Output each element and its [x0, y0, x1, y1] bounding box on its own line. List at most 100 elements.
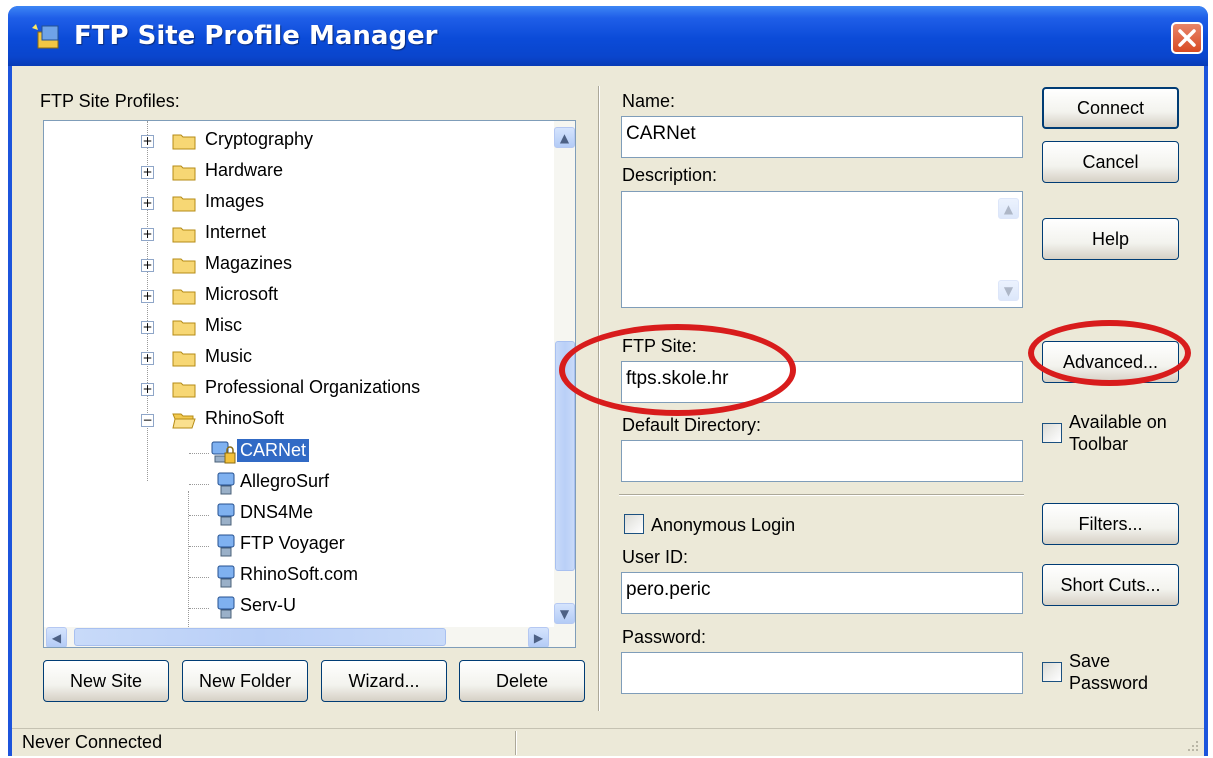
- site-profiles-tree[interactable]: + Cryptography + Hardware + Images + Int…: [43, 120, 576, 648]
- expand-plus-icon[interactable]: +: [141, 197, 154, 210]
- available-on-toolbar-label: Available on: [1069, 412, 1167, 432]
- save-password-checkbox[interactable]: [1042, 662, 1062, 682]
- name-label: Name:: [622, 91, 676, 111]
- scroll-right-icon[interactable]: ▶: [528, 627, 549, 647]
- tree-horizontal-scrollbar[interactable]: ◀ ▶: [44, 627, 554, 647]
- folder-icon: [172, 165, 196, 181]
- tree-item-label: RhinoSoft: [205, 408, 285, 428]
- tree-item-label: Images: [205, 191, 265, 211]
- horizontal-scroll-thumb[interactable]: [74, 628, 446, 646]
- form-separator: [619, 494, 1024, 496]
- tree-item-label: Misc: [205, 315, 242, 335]
- collapse-minus-icon[interactable]: −: [141, 414, 154, 427]
- tree-item-label: AllegroSurf: [240, 471, 330, 491]
- tree-site-item[interactable]: AllegroSurf: [44, 468, 554, 499]
- user-id-field[interactable]: pero.peric: [621, 572, 1023, 614]
- anonymous-login-label: Anonymous Login: [651, 515, 796, 535]
- title-bar[interactable]: FTP Site Profile Manager: [8, 6, 1208, 66]
- anonymous-login-checkbox[interactable]: [624, 514, 644, 534]
- expand-plus-icon[interactable]: +: [141, 135, 154, 148]
- expand-plus-icon[interactable]: +: [141, 352, 154, 365]
- tree-folder-item[interactable]: + Misc: [44, 312, 554, 343]
- site-icon: [217, 472, 235, 495]
- folder-icon: [172, 134, 196, 150]
- wizard-button[interactable]: Wizard...: [321, 660, 447, 702]
- app-icon: [32, 24, 59, 49]
- tree-guide-line: [189, 577, 209, 578]
- folder-icon: [172, 258, 196, 274]
- close-icon: [1178, 29, 1196, 47]
- tree-site-item-selected[interactable]: CARNet: [44, 437, 554, 468]
- tree-guide-line: [189, 608, 209, 609]
- tree-folder-item[interactable]: + Microsoft: [44, 281, 554, 312]
- default-directory-label: Default Directory:: [622, 415, 762, 435]
- expand-plus-icon[interactable]: +: [141, 290, 154, 303]
- tree-item-label: DNS4Me: [240, 502, 314, 522]
- site-icon: [217, 565, 235, 588]
- status-divider: [515, 731, 517, 755]
- tree-site-item[interactable]: FTP Voyager: [44, 530, 554, 561]
- available-on-toolbar-label-2: Toolbar: [1069, 434, 1129, 454]
- dialog-window: FTP Site Profile Manager FTP Site Profil…: [8, 6, 1208, 756]
- user-id-label: User ID:: [622, 547, 689, 567]
- tree-folder-item[interactable]: + Cryptography: [44, 126, 554, 157]
- connect-button[interactable]: Connect: [1042, 87, 1179, 129]
- tree-item-label: Cryptography: [205, 129, 314, 149]
- tree-guide-line: [189, 546, 209, 547]
- tree-item-label: CARNet: [237, 439, 310, 462]
- scroll-down-icon[interactable]: ▼: [554, 603, 575, 624]
- password-field[interactable]: [621, 652, 1023, 694]
- delete-button[interactable]: Delete: [459, 660, 585, 702]
- folder-icon: [172, 382, 196, 398]
- save-password-label: Save: [1069, 651, 1111, 671]
- tree-site-item[interactable]: RhinoSoft.com: [44, 561, 554, 592]
- scroll-left-icon[interactable]: ◀: [46, 627, 67, 647]
- tree-item-label: Internet: [205, 222, 267, 242]
- tree-item-label: RhinoSoft.com: [240, 564, 359, 584]
- tree-folder-item[interactable]: + Images: [44, 188, 554, 219]
- description-field[interactable]: [621, 191, 1023, 308]
- site-icon: [217, 534, 235, 557]
- folder-icon: [172, 227, 196, 243]
- resize-grip-icon[interactable]: [1184, 739, 1200, 755]
- help-button[interactable]: Help: [1042, 218, 1179, 260]
- status-text: Never Connected: [22, 732, 163, 752]
- tree-site-item[interactable]: DNS4Me: [44, 499, 554, 530]
- tree-folder-item[interactable]: + Internet: [44, 219, 554, 250]
- expand-plus-icon[interactable]: +: [141, 259, 154, 272]
- new-site-button[interactable]: New Site: [43, 660, 169, 702]
- default-directory-field[interactable]: [621, 440, 1023, 482]
- scroll-up-icon[interactable]: ▲: [554, 127, 575, 148]
- close-button[interactable]: [1171, 22, 1203, 54]
- tree-site-item[interactable]: Serv-U: [44, 592, 554, 623]
- expand-plus-icon[interactable]: +: [141, 228, 154, 241]
- folder-icon: [172, 351, 196, 367]
- expand-plus-icon[interactable]: +: [141, 321, 154, 334]
- scroll-down-icon[interactable]: ▼: [998, 280, 1019, 301]
- expand-plus-icon[interactable]: +: [141, 166, 154, 179]
- tree-folder-item[interactable]: + Music: [44, 343, 554, 374]
- tree-guide-line: [189, 515, 209, 516]
- tree-folder-item[interactable]: + Hardware: [44, 157, 554, 188]
- tree-folder-item[interactable]: + Professional Organizations: [44, 374, 554, 405]
- filters-button[interactable]: Filters...: [1042, 503, 1179, 545]
- tree-folder-item[interactable]: − RhinoSoft: [44, 405, 554, 436]
- short-cuts-button[interactable]: Short Cuts...: [1042, 564, 1179, 606]
- scroll-up-icon[interactable]: ▲: [998, 198, 1019, 219]
- cancel-button[interactable]: Cancel: [1042, 141, 1179, 183]
- tree-item-label: Music: [205, 346, 253, 366]
- save-password-label-2: Password: [1069, 673, 1149, 693]
- open-folder-icon: [172, 413, 196, 429]
- tree-folder-item[interactable]: + Magazines: [44, 250, 554, 281]
- available-on-toolbar-checkbox[interactable]: [1042, 423, 1062, 443]
- expand-plus-icon[interactable]: +: [141, 383, 154, 396]
- tree-item-label: Professional Organizations: [205, 377, 421, 397]
- tree-item-label: FTP Voyager: [240, 533, 345, 553]
- status-bar: Never Connected: [12, 728, 1204, 756]
- description-scrollbar[interactable]: ▲ ▼: [998, 198, 1019, 301]
- tree-guide-line: [189, 484, 209, 485]
- new-folder-button[interactable]: New Folder: [182, 660, 308, 702]
- tree-guide-line: [189, 453, 209, 454]
- folder-icon: [172, 196, 196, 212]
- name-field[interactable]: CARNet: [621, 116, 1023, 158]
